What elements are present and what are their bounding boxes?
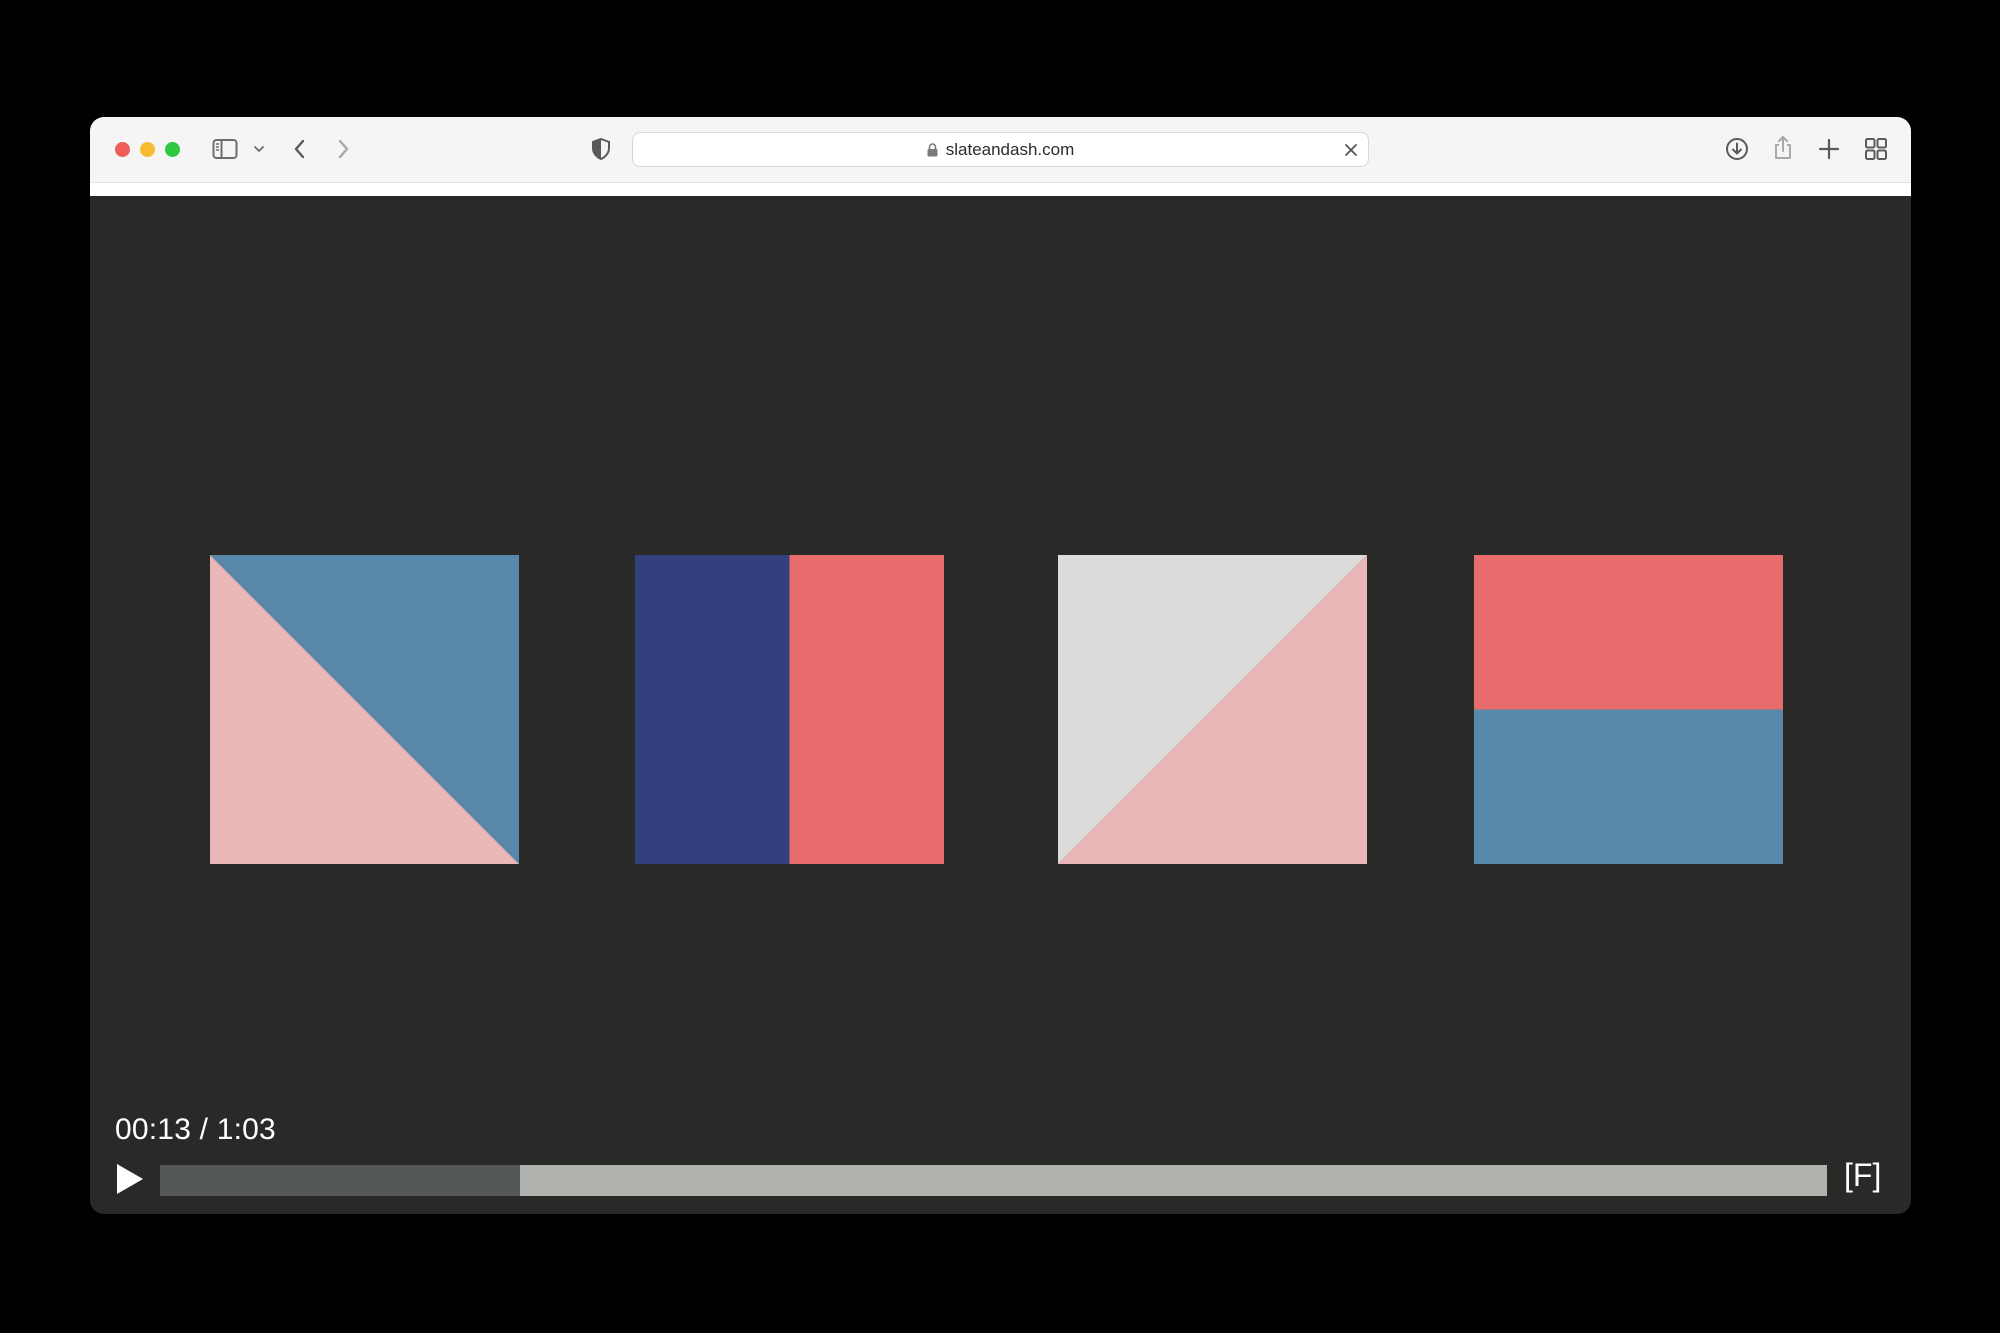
address-bar[interactable]: slateandash.com: [632, 132, 1369, 167]
close-icon[interactable]: [1342, 141, 1360, 159]
time-display: 00:13 / 1:03: [115, 1113, 276, 1147]
tile-vertical-split: [635, 555, 944, 864]
plus-icon[interactable]: [1817, 137, 1841, 161]
tile-2-part-b: [789, 555, 944, 864]
browser-window: slateandash.com 00:13 / 1:03 [F]: [90, 117, 1911, 1214]
lock-icon: [927, 142, 938, 157]
tile-horizontal-split: [1474, 555, 1783, 864]
sidebar-icon[interactable]: [212, 138, 238, 160]
play-icon[interactable]: [115, 1162, 145, 1196]
tile-4-part-a: [1474, 555, 1783, 710]
minimize-window-button[interactable]: [140, 142, 155, 157]
progress-bar-fill: [160, 1165, 521, 1196]
chevron-right-icon[interactable]: [333, 137, 353, 161]
chevron-left-icon[interactable]: [290, 137, 310, 161]
tile-diagonal-down: [210, 555, 519, 864]
progress-bar[interactable]: [160, 1165, 1827, 1196]
grid-icon[interactable]: [1864, 137, 1888, 161]
time-separator: /: [199, 1113, 209, 1146]
close-window-button[interactable]: [115, 142, 130, 157]
video-player[interactable]: 00:13 / 1:03 [F]: [90, 196, 1911, 1214]
download-icon[interactable]: [1725, 137, 1749, 161]
browser-toolbar: slateandash.com: [90, 117, 1911, 182]
current-time: 00:13: [115, 1113, 192, 1146]
shield-icon[interactable]: [591, 137, 611, 161]
chevron-down-icon[interactable]: [253, 143, 265, 155]
zoom-window-button[interactable]: [165, 142, 180, 157]
url-text: slateandash.com: [945, 139, 1075, 159]
share-icon[interactable]: [1772, 135, 1794, 161]
duration: 1:03: [216, 1113, 276, 1146]
toolbar-divider: [90, 182, 1911, 196]
tile-2-part-a: [635, 555, 790, 864]
tile-4-part-b: [1474, 709, 1783, 864]
fullscreen-button[interactable]: [F]: [1844, 1157, 1881, 1194]
tile-diagonal-up: [1058, 555, 1367, 864]
